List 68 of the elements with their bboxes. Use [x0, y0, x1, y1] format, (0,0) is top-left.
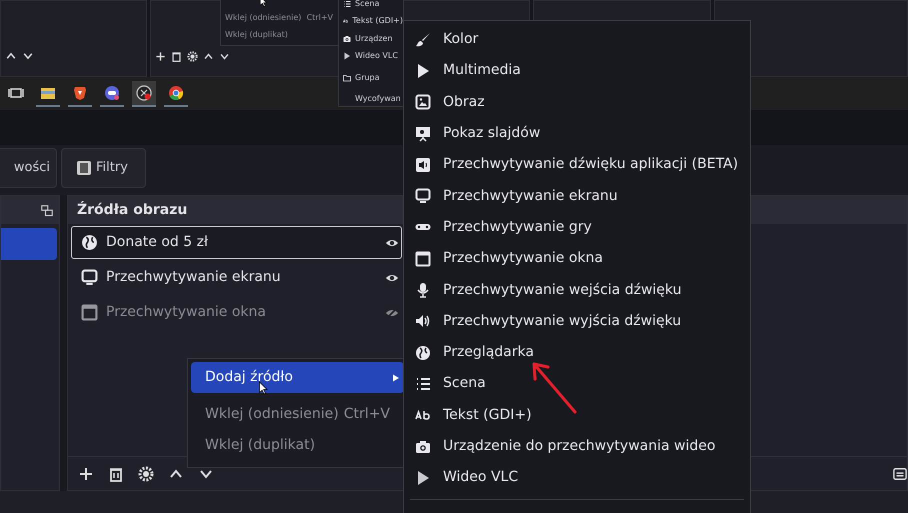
plus-icon[interactable]	[78, 466, 94, 482]
list-icon	[415, 376, 431, 392]
menu-item[interactable]: Przechwytywanie wejścia dźwięku	[404, 274, 750, 306]
presentation-icon	[415, 126, 431, 142]
list-icon	[343, 0, 351, 8]
source-item[interactable]: Przechwytywanie okna	[71, 296, 402, 329]
panel-title: Źródła obrazu	[68, 196, 404, 224]
list-icon[interactable]	[893, 466, 907, 480]
menu-item[interactable]: Przechwytywanie wyjścia dźwięku	[404, 306, 750, 337]
menu-item[interactable]: Przeglądarka	[404, 336, 750, 368]
text-icon	[343, 17, 348, 26]
menu-item[interactable]: Tekst (GDI+)	[352, 15, 403, 28]
menu-item[interactable]: Dodaj źródło	[191, 362, 404, 393]
plus-icon[interactable]	[155, 51, 166, 62]
globe-icon	[415, 344, 431, 361]
monitor-icon	[81, 269, 98, 286]
taskbar-button[interactable]	[132, 80, 156, 106]
menu-item[interactable]: Przechwytywanie gry	[404, 212, 750, 244]
trash-icon[interactable]	[108, 466, 124, 482]
menu-item[interactable]: Urządzenie do przechwytywania wideo	[404, 430, 750, 462]
menu-item[interactable]: Urządzen	[355, 32, 393, 45]
window-icon	[81, 304, 98, 321]
play-icon	[415, 470, 431, 486]
menu-item[interactable]: Kolor	[404, 24, 750, 56]
menu-item[interactable]: Przechwytywanie okna	[404, 243, 750, 274]
up-icon[interactable]	[203, 51, 214, 62]
settings-icon[interactable]	[187, 51, 198, 62]
menu-item[interactable]: Obraz	[404, 86, 750, 118]
shield-icon	[72, 84, 88, 100]
play-icon	[343, 52, 351, 60]
record-app-icon	[136, 84, 152, 100]
menu-item[interactable]: Przechwytywanie ekranu	[404, 180, 750, 212]
down-icon[interactable]	[219, 51, 230, 62]
menu-item[interactable]: Wideo VLC	[355, 50, 398, 62]
round-app-icon	[104, 84, 120, 100]
tab-button[interactable]: Filtry	[61, 148, 146, 188]
source-item[interactable]: Donate od 5 zł	[71, 226, 402, 259]
image-icon	[415, 94, 431, 110]
settings-icon[interactable]	[138, 466, 154, 482]
menu-item[interactable]: Scena	[355, 0, 380, 10]
submenu-arrow-icon	[392, 372, 400, 384]
shortcut-label: Ctrl+V	[344, 405, 390, 424]
folder-icon	[343, 74, 351, 82]
camera-icon	[343, 34, 351, 43]
speaker-icon	[415, 313, 431, 330]
round-app-icon	[168, 84, 184, 100]
menu-item[interactable]: Grupa	[355, 72, 380, 84]
brush-icon	[415, 32, 431, 48]
menu-item[interactable]: Tekst (GDI+)	[404, 400, 750, 431]
tab-button[interactable]: wości	[0, 148, 57, 188]
trash-icon[interactable]	[171, 51, 182, 62]
monitor-icon	[415, 188, 431, 204]
filter-icon	[76, 160, 92, 176]
play-icon	[415, 62, 431, 79]
speaker-icon	[415, 156, 431, 173]
menu-item[interactable]: Wycofywan	[355, 93, 401, 106]
source-item[interactable]: Przechwytywanie ekranu	[71, 261, 402, 294]
menu-item[interactable]: Scena	[404, 368, 750, 400]
menu-item[interactable]: Pokaz slajdów	[404, 118, 750, 150]
menu-item[interactable]: Wideo VLC	[404, 462, 750, 494]
shortcut-label: Ctrl+V	[306, 12, 334, 24]
undock-icon[interactable]	[41, 204, 53, 217]
menu-item[interactable]: Multimedia	[404, 55, 750, 87]
menu-item[interactable]: Przechwytywanie dźwięku aplikacji (BETA)	[404, 149, 750, 180]
window-icon	[415, 250, 431, 267]
camera-icon	[415, 438, 431, 454]
microphone-icon	[415, 282, 431, 298]
globe-icon	[81, 234, 98, 251]
